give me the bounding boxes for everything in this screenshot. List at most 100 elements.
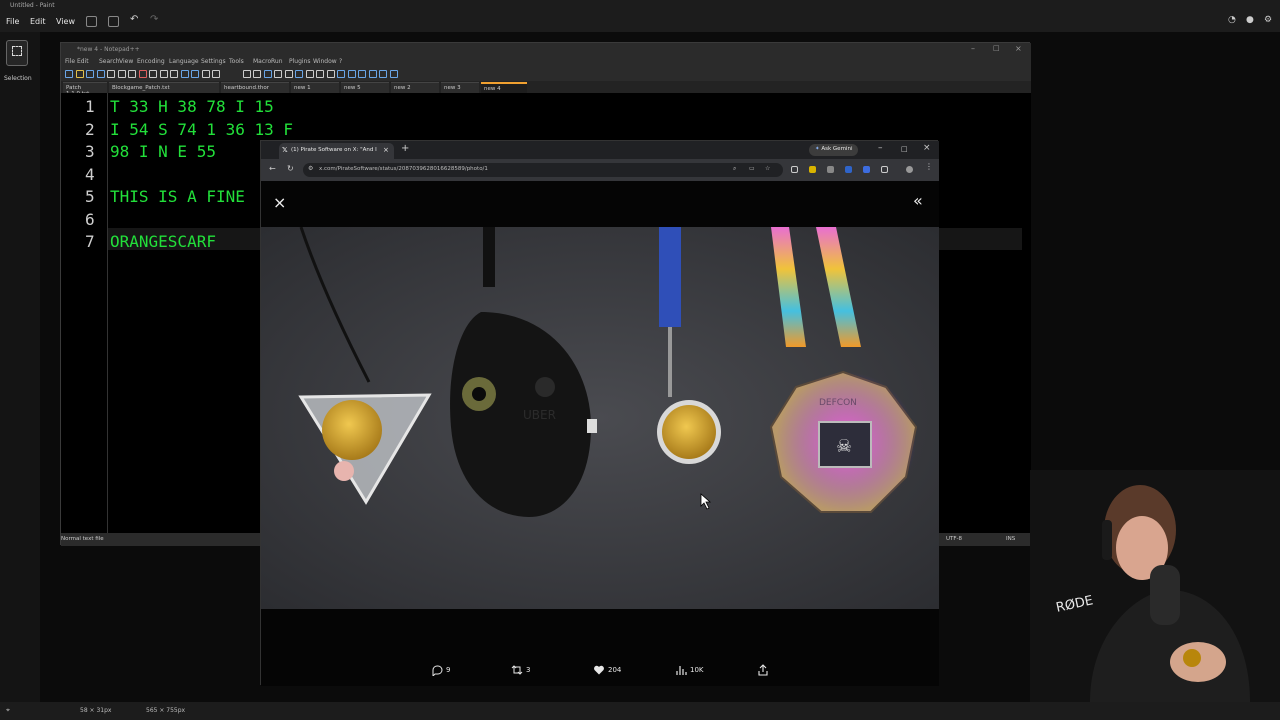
toolbar-tool-icon[interactable] — [358, 70, 366, 78]
extension-icon[interactable] — [791, 166, 798, 173]
notepad-menu-item[interactable]: Macro — [253, 58, 271, 65]
toolbar-tool-icon[interactable] — [242, 70, 251, 78]
notepad-tab[interactable]: new 3 — [441, 82, 479, 93]
notepad-menu-item[interactable]: Tools — [229, 58, 244, 65]
notepad-menu-item[interactable]: View — [119, 58, 133, 65]
toolbar-tool-icon[interactable] — [284, 70, 293, 78]
notepad-menu-item[interactable]: File — [65, 58, 75, 65]
selection-tool-button[interactable] — [6, 40, 28, 66]
notepad-tab[interactable]: new 1 — [291, 82, 339, 93]
notification-icon[interactable]: ◔ — [1228, 15, 1239, 26]
site-info-icon[interactable]: ⚙ — [308, 165, 313, 172]
paint-menu-view[interactable]: View — [56, 17, 75, 26]
toolbar-tool-icon[interactable] — [326, 70, 335, 78]
notepad-menu-item[interactable]: Plugins — [289, 58, 311, 65]
toolbar-tool-icon[interactable] — [117, 70, 126, 78]
ask-gemini-button[interactable]: ✦ Ask Gemini — [809, 144, 859, 156]
toolbar-tool-icon[interactable] — [180, 70, 189, 78]
extension-icon[interactable] — [845, 166, 852, 173]
toolbar-tool-icon[interactable] — [159, 70, 168, 78]
code-line[interactable]: 98 I N E 55 — [110, 142, 216, 161]
toolbar-tool-icon[interactable] — [65, 70, 73, 78]
toolbar-tool-icon[interactable] — [274, 70, 282, 78]
views-button[interactable]: 10K — [675, 664, 704, 676]
collapse-sidebar-icon[interactable]: « — [913, 191, 923, 210]
notepad-menu-item[interactable]: Search — [99, 58, 120, 65]
notepad-menu-item[interactable]: ? — [339, 58, 342, 65]
reply-button[interactable]: 9 — [431, 664, 450, 678]
extensions-puzzle-icon[interactable] — [881, 166, 888, 173]
toolbar-tool-icon[interactable] — [138, 70, 147, 78]
notepad-menu-item[interactable]: Language — [169, 58, 199, 65]
share-icon[interactable] — [108, 16, 119, 27]
notepad-menu-item[interactable]: Run — [271, 58, 283, 65]
notepad-tab[interactable]: heartbound.thor — [221, 82, 289, 93]
notepad-tab[interactable]: new 2 — [391, 82, 439, 93]
toolbar-tool-icon[interactable] — [170, 70, 178, 78]
notepad-tab[interactable]: new 4 — [481, 82, 527, 93]
close-photo-icon[interactable]: × — [273, 193, 286, 212]
toolbar-tool-icon[interactable] — [253, 70, 261, 78]
notepad-tab[interactable]: Blockgame_Patch.txt — [109, 82, 219, 93]
code-line[interactable]: I 54 S 74 1 36 13 F — [110, 120, 293, 139]
reload-icon[interactable]: ↻ — [287, 164, 294, 173]
notepad-menu-item[interactable]: Window — [313, 58, 337, 65]
browser-tab[interactable]: 𝕏 (1) Pirate Software on X: "And I × — [279, 143, 394, 159]
repost-button[interactable]: 3 — [511, 664, 530, 676]
notepad-menu-item[interactable]: Settings — [201, 58, 226, 65]
notepad-menu-item[interactable]: Edit — [77, 58, 89, 65]
new-tab-button[interactable]: + — [401, 143, 409, 154]
notepad-tab[interactable]: Patch 1.1.0.txt — [63, 82, 107, 97]
code-line[interactable]: THIS IS A FINE — [110, 187, 245, 206]
account-icon[interactable]: ● — [1246, 15, 1257, 26]
extension-icon[interactable] — [863, 166, 870, 173]
paint-menu-file[interactable]: File — [6, 17, 19, 26]
profile-avatar-icon[interactable] — [906, 166, 913, 173]
settings-gear-icon[interactable]: ⚙ — [1264, 15, 1275, 26]
photo-image[interactable]: UBER ☠ DEFCON — [261, 227, 939, 609]
bookmark-star-icon[interactable]: ☆ — [765, 165, 770, 172]
toolbar-tool-icon[interactable] — [368, 70, 377, 78]
toolbar-tool-icon[interactable] — [212, 70, 220, 78]
toolbar-tool-icon[interactable] — [75, 70, 84, 78]
browser-maximize-button[interactable]: □ — [901, 145, 908, 153]
toolbar-tool-icon[interactable] — [347, 70, 356, 78]
back-icon[interactable]: ← — [269, 164, 276, 173]
browser-close-button[interactable]: × — [923, 143, 931, 153]
paint-menu-edit[interactable]: Edit — [30, 17, 46, 26]
toolbar-tool-icon[interactable] — [263, 70, 272, 78]
toolbar-tool-icon[interactable] — [295, 70, 303, 78]
notepad-tab[interactable]: new 5 — [341, 82, 389, 93]
toolbar-tool-icon[interactable] — [316, 70, 324, 78]
undo-icon[interactable]: ↶ — [130, 14, 141, 25]
toolbar-tool-icon[interactable] — [107, 70, 115, 78]
maximize-button[interactable]: □ — [993, 44, 1000, 52]
toolbar-tool-icon[interactable] — [191, 70, 199, 78]
notepad-menu-item[interactable]: Encoding — [137, 58, 165, 65]
like-button[interactable]: 204 — [593, 664, 621, 676]
minimize-button[interactable]: – — [971, 44, 975, 53]
toolbar-tool-icon[interactable] — [128, 70, 136, 78]
install-app-icon[interactable]: ▭ — [749, 165, 755, 172]
toolbar-tool-icon[interactable] — [96, 70, 105, 78]
toolbar-tool-icon[interactable] — [305, 70, 314, 78]
zoom-icon[interactable]: ⌕ — [733, 165, 736, 173]
address-bar[interactable]: ⚙ x.com/PirateSoftware/status/2087039628… — [303, 163, 783, 177]
extension-icon[interactable] — [827, 166, 834, 173]
browser-minimize-button[interactable]: – — [878, 143, 883, 153]
code-line[interactable]: T 33 H 38 78 I 15 — [110, 97, 274, 116]
browser-menu-icon[interactable]: ⋮ — [925, 162, 933, 171]
code-line[interactable]: ORANGESCARF — [110, 232, 216, 251]
toolbar-tool-icon[interactable] — [379, 70, 387, 78]
toolbar-tool-icon[interactable] — [337, 70, 345, 78]
toolbar-tool-icon[interactable] — [86, 70, 94, 78]
close-button[interactable]: × — [1015, 44, 1022, 53]
share-button[interactable] — [757, 664, 772, 676]
toolbar-tool-icon[interactable] — [149, 70, 157, 78]
toolbar-tool-icon[interactable] — [201, 70, 210, 78]
save-icon[interactable] — [86, 16, 97, 27]
extension-icon[interactable] — [809, 166, 816, 173]
toolbar-tool-icon[interactable] — [389, 70, 398, 78]
tab-close-icon[interactable]: × — [383, 146, 389, 154]
redo-icon[interactable]: ↷ — [150, 14, 161, 25]
